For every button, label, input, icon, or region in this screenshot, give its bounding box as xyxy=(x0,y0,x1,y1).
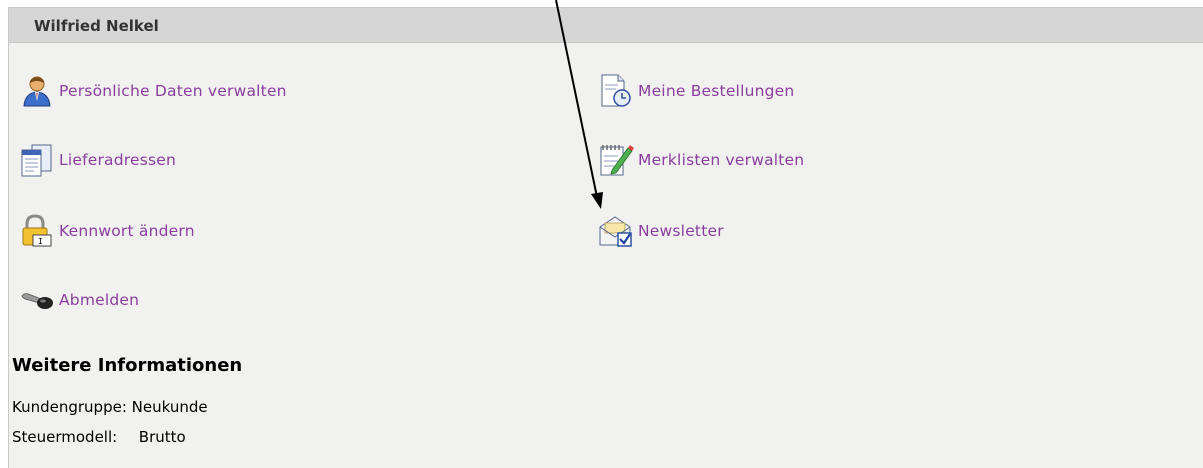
panel-title: Wilfried Nelkel xyxy=(34,17,159,35)
delivery-addresses-label: Lieferadressen xyxy=(59,151,177,169)
customer-group-row: Kundengruppe: Neukunde xyxy=(12,398,208,416)
my-orders-label: Meine Bestellungen xyxy=(638,82,795,100)
panel-header: Wilfried Nelkel xyxy=(9,8,1203,43)
tax-model-label: Steuermodell: xyxy=(12,428,118,446)
my-orders-link[interactable]: Meine Bestellungen xyxy=(598,73,794,109)
manage-wishlists-link[interactable]: Merklisten verwalten xyxy=(598,142,804,178)
delivery-addresses-link[interactable]: Lieferadressen xyxy=(19,142,176,178)
key-icon xyxy=(19,282,55,318)
personal-data-link[interactable]: Persönliche Daten verwalten xyxy=(19,73,287,109)
customer-group-label: Kundengruppe: xyxy=(12,398,127,416)
logout-label: Abmelden xyxy=(59,291,140,309)
newsletter-label: Newsletter xyxy=(638,222,724,240)
svg-text:I: I xyxy=(38,237,43,246)
tax-model-row: Steuermodell: Brutto xyxy=(12,428,186,446)
customer-group-value: Neukunde xyxy=(131,398,208,416)
lock-icon: I xyxy=(19,213,55,249)
change-password-label: Kennwort ändern xyxy=(59,222,195,240)
personal-data-label: Persönliche Daten verwalten xyxy=(59,82,287,100)
logout-link[interactable]: Abmelden xyxy=(19,282,139,318)
document-clock-icon xyxy=(598,73,634,109)
change-password-link[interactable]: I Kennwort ändern xyxy=(19,213,195,249)
user-icon xyxy=(19,73,55,109)
documents-icon xyxy=(19,142,55,178)
envelope-check-icon xyxy=(598,213,634,249)
notepad-pencil-icon xyxy=(598,142,634,178)
manage-wishlists-label: Merklisten verwalten xyxy=(638,151,805,169)
newsletter-link[interactable]: Newsletter xyxy=(598,213,724,249)
section-title-more-info: Weitere Informationen xyxy=(12,355,243,376)
tax-model-value: Brutto xyxy=(138,428,186,446)
